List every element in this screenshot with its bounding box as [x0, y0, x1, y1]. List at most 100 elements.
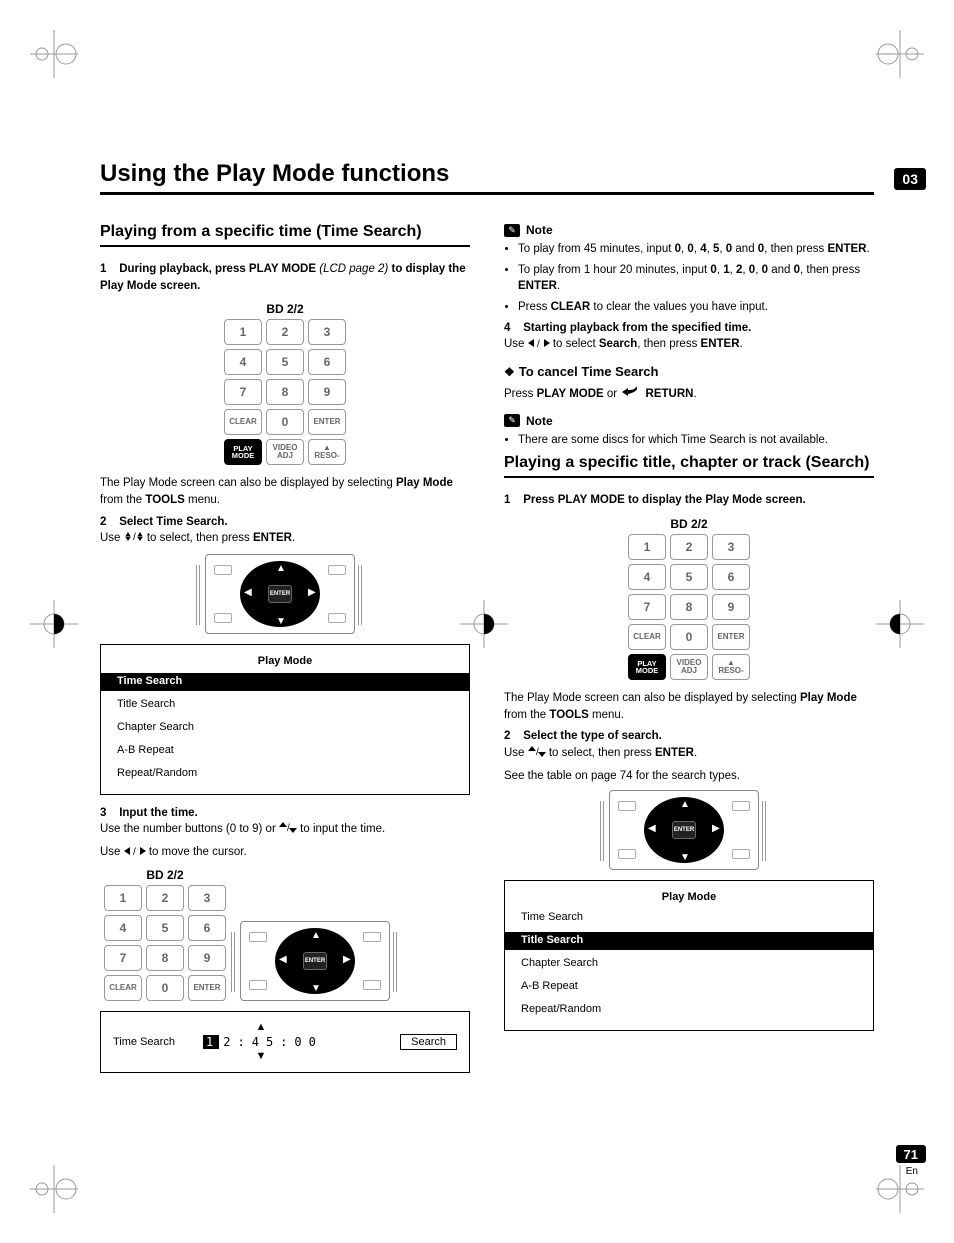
step-3: 3 Input the time. Use the number buttons…: [100, 805, 470, 839]
crop-mark-icon: [30, 600, 78, 648]
play-mode-menu: Play Mode Time SearchTitle SearchChapter…: [504, 880, 874, 1031]
time-digit: 0: [309, 1035, 319, 1049]
time-separator: :: [280, 1035, 290, 1049]
keypad-key: 3: [188, 885, 226, 911]
time-digit: 4: [252, 1035, 262, 1049]
arrow-down-icon: ▼: [255, 1051, 266, 1062]
play-mode-note: The Play Mode screen can also be display…: [100, 475, 470, 508]
keypad-key: 3: [308, 319, 346, 345]
menu-item: Time Search: [101, 673, 469, 691]
menu-item: Chapter Search: [505, 955, 873, 973]
arrow-up-icon: ▲: [276, 563, 286, 574]
arrow-left-icon: ◀: [244, 587, 252, 598]
search-button: Search: [400, 1034, 457, 1050]
remote-keypad-diagram: BD 2/2 123456789CLEAR0ENTERPLAYMODEVIDEO…: [220, 302, 350, 465]
keypad-key: CLEAR: [104, 975, 142, 1001]
left-column: Playing from a specific time (Time Searc…: [100, 217, 470, 1073]
diamond-icon: ❖: [504, 365, 515, 379]
remote-keypad-diagram: BD 2/2 123456789CLEAR0ENTERPLAYMODEVIDEO…: [624, 517, 754, 680]
keypad-key: 8: [266, 379, 304, 405]
menu-item: Repeat/Random: [101, 765, 469, 783]
keypad-key: 4: [628, 564, 666, 590]
keypad-key: 4: [224, 349, 262, 375]
page-number: 71: [896, 1145, 926, 1163]
return-icon: [620, 385, 642, 403]
r-step-1: 1 Press PLAY MODE to display the Play Mo…: [504, 492, 874, 509]
step-4: 4 Starting playback from the specified t…: [504, 320, 874, 354]
menu-item: Time Search: [505, 909, 873, 927]
menu-item: A-B Repeat: [101, 742, 469, 760]
svg-text:/: /: [133, 847, 136, 856]
r-step-2-extra: See the table on page 74 for the search …: [504, 768, 874, 785]
keypad-key: 5: [670, 564, 708, 590]
step-2: 2 Select Time Search. Use / to select, t…: [100, 514, 470, 548]
play-mode-menu: Play Mode Time SearchTitle SearchChapter…: [100, 644, 470, 795]
arrow-right-icon: ▶: [712, 823, 720, 834]
time-digit: 5: [266, 1035, 276, 1049]
crop-mark-icon: [876, 30, 924, 78]
arrow-up-down-icon: /: [279, 822, 297, 839]
arrow-up-icon: ▲: [680, 799, 690, 810]
keypad-key: 5: [266, 349, 304, 375]
keypad-key: 0: [266, 409, 304, 435]
dpad-diagram: ENTER ▲ ▼ ◀ ▶: [240, 921, 400, 1001]
step-3-line2: Use / to move the cursor.: [100, 844, 470, 862]
section-time-search: Playing from a specific time (Time Searc…: [100, 223, 470, 247]
time-separator: :: [237, 1035, 247, 1049]
arrow-up-icon: ▲: [255, 1022, 266, 1033]
cancel-text: Press PLAY MODE or RETURN.: [504, 385, 874, 403]
arrow-up-down-icon: /: [124, 531, 144, 548]
keypad-key: 1: [628, 534, 666, 560]
keypad-key: ENTER: [712, 624, 750, 650]
document-page: 03 71 En Using the Play Mode functions P…: [0, 0, 954, 1243]
menu-item: Title Search: [101, 696, 469, 714]
arrow-down-icon: ▼: [680, 852, 690, 863]
time-digit: 2: [223, 1035, 233, 1049]
dpad-diagram: ENTER ▲ ▼ ◀ ▶: [205, 554, 365, 634]
pencil-icon: ✎: [504, 224, 520, 237]
note-list: There are some discs for which Time Sear…: [504, 432, 874, 449]
keypad-and-dpad-row: BD 2/2 123456789CLEAR0ENTER ENTER ▲ ▼ ◀ …: [100, 868, 470, 1001]
keypad-key: 0: [670, 624, 708, 650]
keypad-key: 2: [266, 319, 304, 345]
menu-item: Repeat/Random: [505, 1001, 873, 1019]
page-title: Using the Play Mode functions: [100, 160, 874, 195]
arrow-up-down-icon: /: [528, 746, 546, 763]
note-item: To play from 45 minutes, input 0, 0, 4, …: [518, 241, 874, 258]
r-step-2: 2 Select the type of search. Use / to se…: [504, 728, 874, 762]
step-1: 1 During playback, press PLAY MODE (LCD …: [100, 261, 470, 294]
note-item: There are some discs for which Time Sear…: [518, 432, 874, 449]
note-item: To play from 1 hour 20 minutes, input 0,…: [518, 262, 874, 295]
time-search-input-box: Time Search ▲ 12:45:00 ▼ Search: [100, 1011, 470, 1073]
keypad-key: 9: [308, 379, 346, 405]
r-play-mode-note: The Play Mode screen can also be display…: [504, 690, 874, 723]
keypad-key: 7: [224, 379, 262, 405]
note-badge: ✎ Note: [504, 223, 553, 237]
keypad-key: 2: [670, 534, 708, 560]
arrow-down-icon: ▼: [311, 983, 321, 994]
keypad-key: ▲RESO-: [308, 439, 346, 465]
arrow-down-icon: ▼: [276, 616, 286, 627]
svg-text:/: /: [133, 532, 136, 542]
keypad-key: 4: [104, 915, 142, 941]
keypad-key: 8: [670, 594, 708, 620]
crop-mark-icon: [30, 1165, 78, 1213]
arrow-left-right-icon: /: [124, 845, 146, 862]
keypad-key: 6: [188, 915, 226, 941]
keypad-key: PLAYMODE: [628, 654, 666, 680]
keypad-key: 2: [146, 885, 184, 911]
note-list: To play from 45 minutes, input 0, 0, 4, …: [504, 241, 874, 316]
keypad-key: ENTER: [308, 409, 346, 435]
crop-mark-icon: [460, 600, 508, 648]
arrow-left-right-icon: /: [528, 337, 550, 354]
keypad-key: 0: [146, 975, 184, 1001]
remote-keypad-diagram: BD 2/2 123456789CLEAR0ENTER: [100, 868, 230, 1001]
keypad-key: 7: [628, 594, 666, 620]
crop-mark-icon: [876, 600, 924, 648]
keypad-key: VIDEOADJ: [266, 439, 304, 465]
cancel-heading: ❖To cancel Time Search: [504, 364, 874, 379]
arrow-left-icon: ◀: [279, 954, 287, 965]
dpad-diagram: ENTER ▲ ▼ ◀ ▶: [609, 790, 769, 870]
arrow-up-icon: ▲: [311, 930, 321, 941]
keypad-key: 8: [146, 945, 184, 971]
